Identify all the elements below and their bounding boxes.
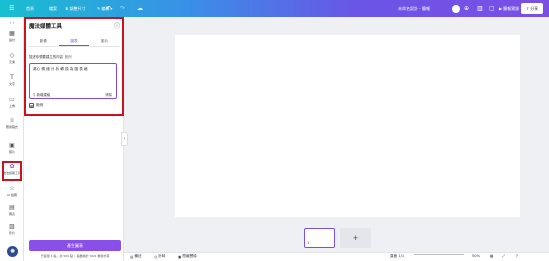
shapes-icon: ◇ (9, 52, 15, 59)
clear-button[interactable]: 清除 (105, 92, 112, 97)
photo-icon: ▣ (9, 142, 15, 149)
upload-icon: ⇪ (525, 6, 530, 11)
layout-icon: ▦ (9, 30, 15, 37)
help-button[interactable]: ✺ (7, 246, 18, 257)
zoom-level[interactable]: 50% (472, 254, 480, 258)
chevron-left-icon: ‹ (123, 136, 126, 142)
top-bar: ☰ 首頁 檔案 ♛ 調整尺寸 ✎ 編輯 ▾ ↶ ↷ ☁ 未命名設計 - 簡報 ⊕ ▥ … (0, 0, 549, 17)
add-user-button[interactable]: ⊕ (464, 0, 469, 17)
pencil-icon: ✎ (97, 6, 101, 11)
prompt-value: 將心 情 緒 分 析 轉 換 為 圖 表 格 (33, 67, 88, 71)
design-canvas[interactable] (175, 35, 520, 217)
prompt-sublabel[interactable]: 範例 (65, 55, 72, 59)
home-link[interactable]: 首頁 (26, 0, 34, 17)
text-icon: T (10, 74, 14, 81)
notes-button[interactable]: ▤ 備註 (130, 254, 142, 259)
folder-icon: ▭ (9, 96, 15, 103)
crown-icon: ♛ (65, 6, 69, 11)
resize-button[interactable]: ♛ 調整尺寸 (65, 0, 86, 17)
tab-video[interactable]: 影片 (89, 37, 120, 46)
fullscreen-icon: ⤢ (502, 254, 505, 258)
avatar[interactable] (452, 0, 460, 17)
panel-collapse-button[interactable]: ‹ (121, 132, 128, 146)
credits-note: 已使用 1 點，共 500 點 • 點數將於 30/1 重新計算 (40, 254, 110, 258)
double-chevron-icon: ‹ › (9, 20, 15, 25)
rail-expand[interactable]: ‹ › (0, 19, 24, 26)
timer-button[interactable]: ◷ 計時 (154, 254, 165, 259)
zoom-track (414, 254, 464, 255)
sidebar-item-elements[interactable]: ◇ 元素 (0, 52, 24, 64)
timer-icon: ◷ (154, 254, 158, 259)
prompt-label: 描述你想要建立的內容 範例 (29, 55, 72, 59)
bottom-bar: ▤ 備註 ◷ 計時 ▣ 簡報實錄 頁面 1/1 50% ▦ ⤢ ? (124, 252, 549, 261)
record-icon: ▣ (178, 254, 182, 259)
sidebar-item-text[interactable]: T 文字 (0, 74, 24, 86)
video-icon: ▨ (9, 223, 15, 230)
example-icon: ▦ (29, 103, 34, 108)
undo-icon: ↶ (106, 4, 112, 12)
sidebar-item-video[interactable]: ▨ 影片 (0, 223, 24, 235)
info-icon[interactable]: ⓘ (114, 21, 120, 30)
tab-chart[interactable]: 圖表 (58, 37, 90, 46)
magic-media-panel: 魔法媒體工具 ⓘ 影像 圖表 影片 描述你想要建立的內容 範例 將心 情 緒 分 … (24, 17, 124, 261)
grid-view-button[interactable]: ▦ (490, 254, 493, 258)
chart-icon: ▤ (9, 204, 15, 211)
star-icon: ☆ (9, 185, 15, 192)
tab-image[interactable]: 影像 (28, 37, 59, 46)
fullscreen-button[interactable]: ⤢ (502, 254, 505, 258)
grid-icon: ▦ (490, 254, 494, 258)
page-info: 頁面 1/1 (390, 254, 405, 258)
present-record-button[interactable]: ▣ 簡報實錄 (178, 254, 197, 259)
panel-title: 魔法媒體工具 (29, 24, 63, 30)
sidebar-rail: ‹ › ▦ 設計 ◇ 元素 T 文字 ▭ 上傳 ⁞⁞ 應用程式 ▣ 照片 ✿ 魔法媒體工具 ☆… (0, 17, 24, 261)
cloud-save-icon: ☁ (137, 4, 143, 12)
undo-button[interactable]: ↶ (106, 0, 111, 17)
plus-icon: ⊕ (464, 4, 470, 12)
chart-icon[interactable]: ▥ (477, 0, 483, 17)
sidebar-item-ai[interactable]: ☆ AI 繪圖 (0, 185, 24, 197)
design-title[interactable]: 未命名設計 - 簡報 (398, 0, 430, 17)
apps-icon: ⁞⁞ (10, 117, 14, 124)
file-menu[interactable]: 檔案 (49, 0, 57, 17)
present-button[interactable]: ▶ 簡報實錄 (499, 0, 519, 17)
comment-icon[interactable]: ▢ (489, 0, 495, 17)
redo-icon: ↷ (120, 4, 126, 12)
page-thumbnail[interactable]: 1 (304, 228, 335, 248)
panel-tabs: 影像 圖表 影片 (28, 37, 120, 47)
sidebar-item-charts[interactable]: ▤ 圖表 (0, 204, 24, 216)
generate-button[interactable]: 產生圖表 (29, 240, 121, 251)
add-page-button[interactable]: + (340, 228, 371, 248)
menu-button[interactable]: ☰ (9, 0, 14, 17)
sidebar-item-photos[interactable]: ▣ 照片 (0, 142, 24, 154)
hamburger-icon: ☰ (9, 4, 15, 12)
zoom-slider[interactable] (414, 254, 464, 255)
help-icon[interactable]: ? (516, 254, 518, 258)
redo-button[interactable]: ↷ (120, 0, 125, 17)
add-suggestion-button[interactable]: ⚲ 新增建議 (33, 92, 50, 97)
sidebar-item-apps[interactable]: ⁞⁞ 應用程式 (0, 117, 24, 129)
share-button[interactable]: ⇪ 分享 (521, 3, 543, 14)
notes-icon: ▤ (130, 254, 134, 259)
sidebar-item-uploads[interactable]: ▭ 上傳 (0, 96, 24, 108)
page-number: 1 (307, 241, 310, 245)
sidebar-item-design[interactable]: ▦ 設計 (0, 30, 24, 42)
sidebar-item-selected-highlight (2, 161, 22, 181)
example-button[interactable]: ▦ 範例 (29, 103, 43, 108)
prompt-input[interactable]: 將心 情 緒 分 析 轉 換 為 圖 表 格 ⚲ 新增建議 清除 (29, 63, 117, 99)
play-icon: ▶ (499, 6, 503, 11)
sparkle-icon: ✺ (9, 248, 16, 255)
